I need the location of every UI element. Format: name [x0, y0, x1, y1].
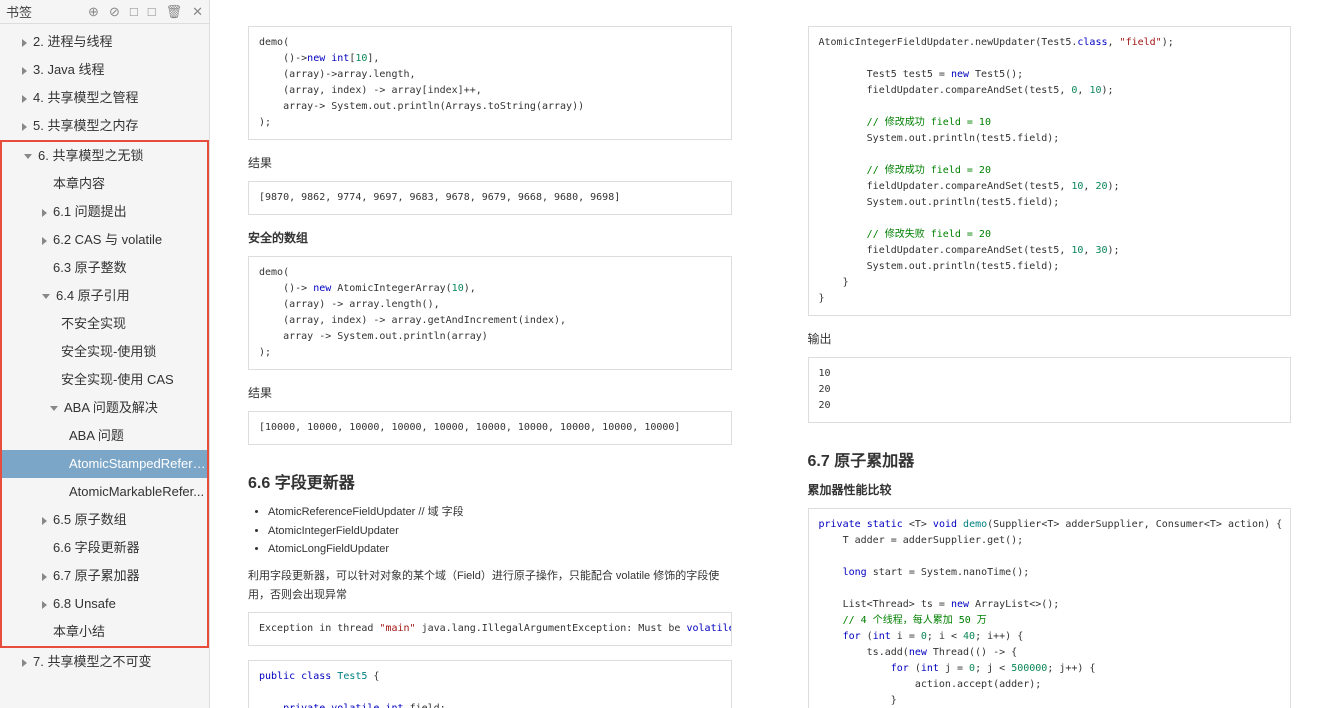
- code-adder-demo: private static <T> void demo(Supplier<T>…: [808, 508, 1292, 708]
- document-content: demo( ()->new int[10], (array)->array.le…: [210, 0, 1329, 708]
- page-left: demo( ()->new int[10], (array)->array.le…: [220, 0, 760, 708]
- bookmark-item[interactable]: 6. 共享模型之无锁: [2, 142, 207, 170]
- expand-icon[interactable]: [42, 517, 47, 525]
- bookmark-item[interactable]: AtomicStampedRefere...: [2, 450, 207, 478]
- bookmark-item[interactable]: AtomicMarkableRefer...: [2, 478, 207, 506]
- tool-remove-icon[interactable]: ⊘: [109, 4, 120, 20]
- bookmark-item[interactable]: 2. 进程与线程: [0, 28, 209, 56]
- bookmark-label: 安全实现-使用锁: [61, 344, 156, 359]
- list-item: AtomicReferenceFieldUpdater // 域 字段: [268, 503, 732, 522]
- section-6-7-heading: 6.7 原子累加器: [808, 447, 1292, 471]
- expand-icon[interactable]: [42, 237, 47, 245]
- bookmark-item[interactable]: 6.6 字段更新器: [2, 534, 207, 562]
- safe-array-heading: 安全的数组: [248, 229, 732, 246]
- bookmark-label: 4. 共享模型之管程: [33, 90, 138, 105]
- bookmark-item[interactable]: 4. 共享模型之管程: [0, 84, 209, 112]
- bookmark-item[interactable]: 6.7 原子累加器: [2, 562, 207, 590]
- bookmark-item[interactable]: 6.8 Unsafe: [2, 590, 207, 618]
- bookmark-label: 6.5 原子数组: [53, 512, 127, 527]
- code-demo-unsafe-array: demo( ()->new int[10], (array)->array.le…: [248, 26, 732, 140]
- bookmark-item[interactable]: 5. 共享模型之内存: [0, 112, 209, 140]
- bookmark-label: 6.6 字段更新器: [53, 540, 140, 555]
- bookmark-label: 3. Java 线程: [33, 62, 105, 77]
- tool-delete-icon[interactable]: 🗑: [166, 4, 183, 20]
- bookmark-label: 6.7 原子累加器: [53, 568, 140, 583]
- section-6-6-heading: 6.6 字段更新器: [248, 469, 732, 493]
- sidebar-header: 书签 ⊕ ⊘ □ □ 🗑 ✕: [0, 0, 209, 24]
- code-test5-class: public class Test5 { private volatile in…: [248, 660, 732, 708]
- bookmark-label: ABA 问题: [69, 428, 124, 443]
- tool-expand-icon[interactable]: □: [130, 4, 138, 20]
- bookmark-item[interactable]: ABA 问题: [2, 422, 207, 450]
- bookmark-label: AtomicMarkableRefer...: [69, 484, 204, 499]
- list-item: AtomicLongFieldUpdater: [268, 540, 732, 559]
- bookmark-tree: 2. 进程与线程 3. Java 线程 4. 共享模型之管程 5. 共享模型之内存 6.…: [0, 24, 209, 676]
- bookmark-item[interactable]: 6.5 原子数组: [2, 506, 207, 534]
- bookmark-label: 6.1 问题提出: [53, 204, 127, 219]
- output-label: 输出: [808, 330, 1292, 347]
- bookmarks-sidebar: 书签 ⊕ ⊘ □ □ 🗑 ✕ 2. 进程与线程 3. Java 线程 4. 共享模型…: [0, 0, 210, 708]
- bookmark-label: 安全实现-使用 CAS: [61, 372, 174, 387]
- tool-collapse-icon[interactable]: □: [148, 4, 156, 20]
- bookmark-label: 6.8 Unsafe: [53, 596, 116, 611]
- bookmark-label: 6.2 CAS 与 volatile: [53, 232, 162, 247]
- bookmark-item[interactable]: 6.2 CAS 与 volatile: [2, 226, 207, 254]
- bookmark-item[interactable]: 3. Java 线程: [0, 56, 209, 84]
- bookmark-item[interactable]: 本章小结: [2, 618, 207, 646]
- bookmark-label: 本章小结: [53, 624, 105, 639]
- expand-icon[interactable]: [42, 601, 47, 609]
- bookmark-item[interactable]: 6.4 原子引用: [2, 282, 207, 310]
- result-label-1: 结果: [248, 154, 732, 171]
- result-output-2: [10000, 10000, 10000, 10000, 10000, 1000…: [248, 411, 732, 445]
- page-right: AtomicIntegerFieldUpdater.newUpdater(Tes…: [780, 0, 1320, 708]
- bookmark-label: 6.4 原子引用: [56, 288, 130, 303]
- expand-icon[interactable]: [22, 123, 27, 131]
- bookmark-label: ABA 问题及解决: [64, 400, 158, 415]
- expand-icon[interactable]: [22, 95, 27, 103]
- result-output-1: [9870, 9862, 9774, 9697, 9683, 9678, 967…: [248, 181, 732, 215]
- expand-icon[interactable]: [50, 406, 58, 411]
- bookmark-label: 5. 共享模型之内存: [33, 118, 138, 133]
- bookmark-item[interactable]: 本章内容: [2, 170, 207, 198]
- bookmark-label: 6. 共享模型之无锁: [38, 148, 143, 163]
- bookmark-item[interactable]: 不安全实现: [2, 310, 207, 338]
- expand-icon[interactable]: [22, 659, 27, 667]
- bookmark-item[interactable]: ABA 问题及解决: [2, 394, 207, 422]
- bookmark-item[interactable]: 7. 共享模型之不可变: [0, 648, 209, 676]
- bookmark-item[interactable]: 6.1 问题提出: [2, 198, 207, 226]
- expand-icon[interactable]: [22, 39, 27, 47]
- tool-add-icon[interactable]: ⊕: [88, 4, 99, 20]
- sidebar-tools: ⊕ ⊘ □ □ 🗑 ✕: [88, 4, 203, 20]
- expand-icon[interactable]: [42, 573, 47, 581]
- bookmark-item[interactable]: 安全实现-使用锁: [2, 338, 207, 366]
- expand-icon[interactable]: [42, 209, 47, 217]
- expand-icon[interactable]: [22, 67, 27, 75]
- bookmark-label: AtomicStampedRefere...: [69, 456, 207, 471]
- bookmark-item[interactable]: 安全实现-使用 CAS: [2, 366, 207, 394]
- adder-perf-heading: 累加器性能比较: [808, 481, 1292, 498]
- field-updater-para: 利用字段更新器，可以针对对象的某个域（Field）进行原子操作，只能配合 vol…: [248, 567, 732, 604]
- bookmark-label: 6.3 原子整数: [53, 260, 127, 275]
- result-label-2: 结果: [248, 384, 732, 401]
- tool-close-icon[interactable]: ✕: [192, 4, 203, 20]
- exception-output: Exception in thread "main" java.lang.Ill…: [248, 612, 732, 646]
- code-demo-safe-array: demo( ()-> new AtomicIntegerArray(10), (…: [248, 256, 732, 370]
- bookmark-label: 不安全实现: [61, 316, 126, 331]
- code-field-updater-usage: AtomicIntegerFieldUpdater.newUpdater(Tes…: [808, 26, 1292, 316]
- sidebar-title: 书签: [6, 2, 32, 21]
- expand-icon[interactable]: [24, 154, 32, 159]
- expand-icon[interactable]: [42, 294, 50, 299]
- bookmark-label: 2. 进程与线程: [33, 34, 112, 49]
- bookmark-label: 本章内容: [53, 176, 105, 191]
- bookmark-label: 7. 共享模型之不可变: [33, 654, 151, 669]
- field-updater-list: AtomicReferenceFieldUpdater // 域 字段 Atom…: [248, 503, 732, 559]
- output-block: 10 20 20: [808, 357, 1292, 423]
- bookmark-item[interactable]: 6.3 原子整数: [2, 254, 207, 282]
- list-item: AtomicIntegerFieldUpdater: [268, 522, 732, 541]
